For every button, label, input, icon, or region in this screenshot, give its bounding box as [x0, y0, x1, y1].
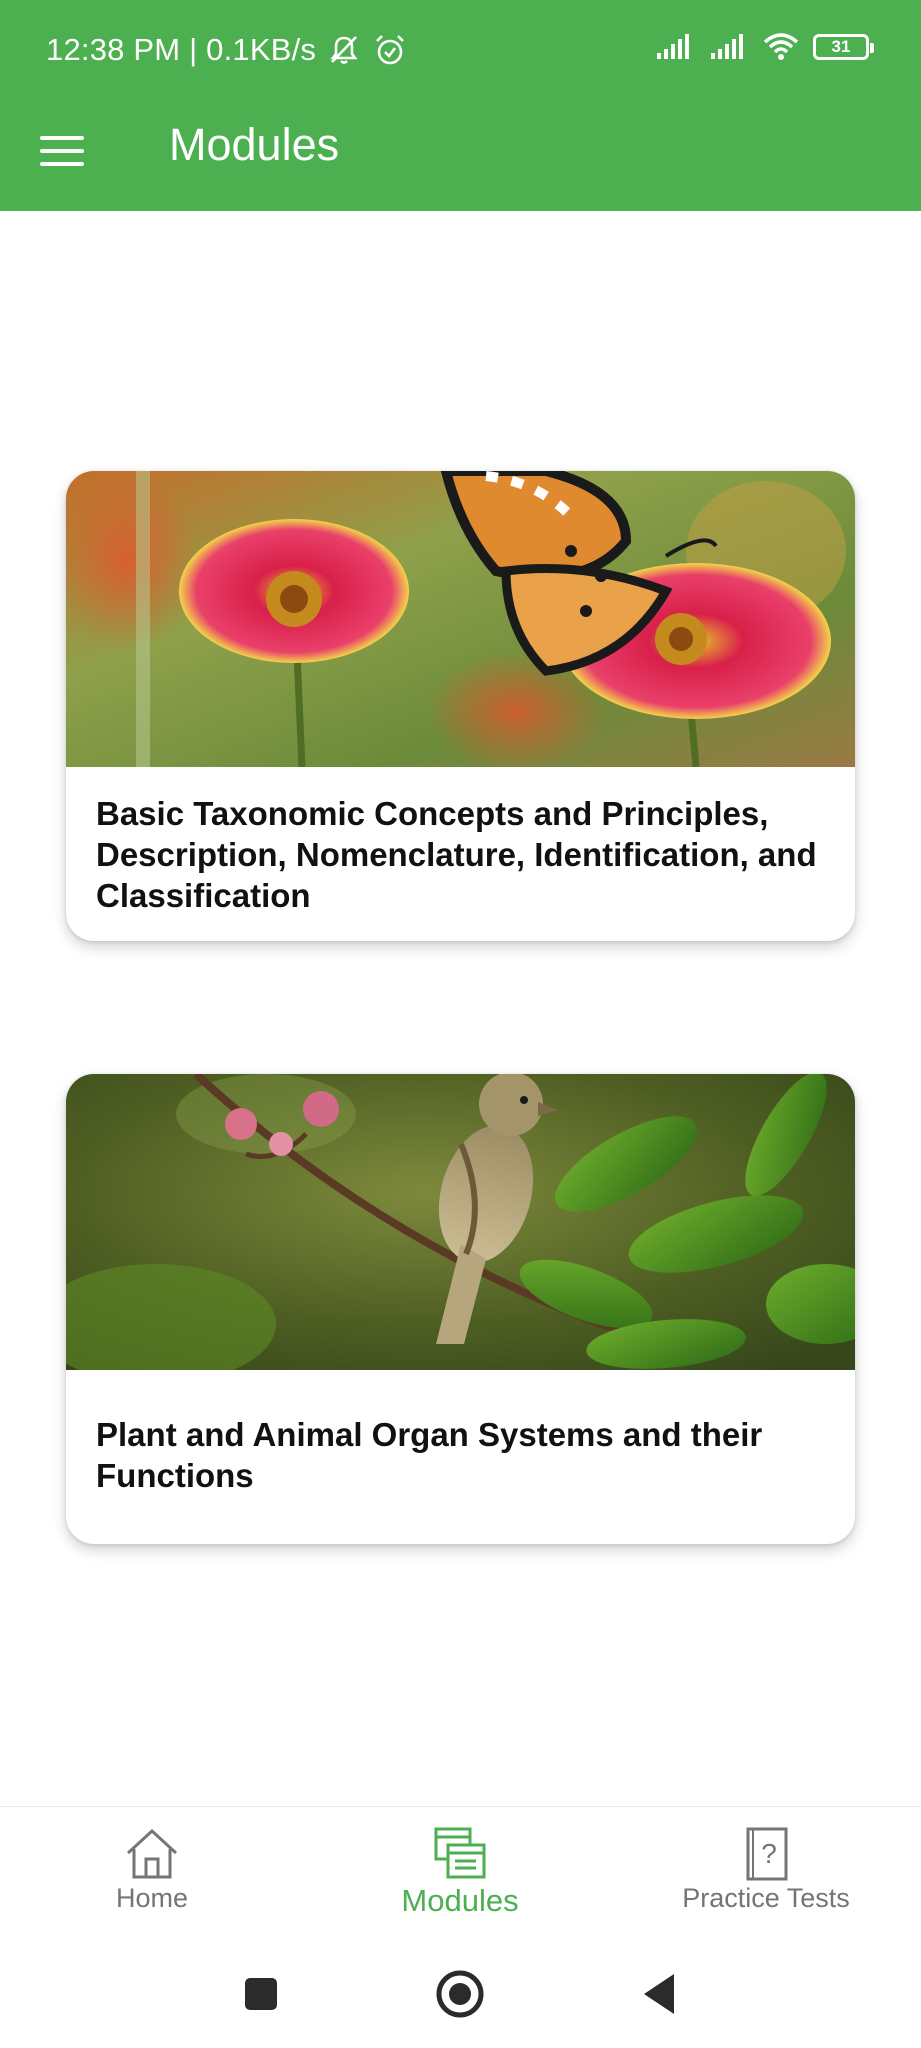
- wifi-icon: [763, 33, 799, 60]
- top-bar: 12:38 PM | 0.1KB/s 31 Modules: [0, 0, 921, 211]
- nav-label-modules: Modules: [401, 1883, 519, 1918]
- module-card[interactable]: Plant and Animal Organ Systems and their…: [66, 1074, 855, 1544]
- hamburger-menu-icon[interactable]: [40, 125, 92, 177]
- module-title: Plant and Animal Organ Systems and their…: [96, 1416, 763, 1494]
- status-left: 12:38 PM | 0.1KB/s: [46, 32, 408, 68]
- signal-icon: [711, 34, 743, 59]
- back-icon[interactable]: [630, 1966, 690, 2022]
- nav-label-practice-tests: Practice Tests: [682, 1883, 850, 1913]
- module-card[interactable]: Basic Taxonomic Concepts and Principles,…: [66, 471, 855, 941]
- nav-label-home: Home: [115, 1883, 189, 1913]
- status-right: 31: [655, 32, 874, 62]
- module-title: Basic Taxonomic Concepts and Principles,…: [96, 795, 817, 914]
- page-title: Modules: [169, 119, 340, 170]
- nav-item-practice-tests[interactable]: ? Practice Tests: [636, 1825, 896, 1925]
- mute-bell-icon: [330, 36, 358, 64]
- battery-level: 31: [831, 37, 851, 56]
- bottom-navigation: Home Modules ? Practice Tests: [0, 1806, 921, 1936]
- app-bar: Modules: [0, 105, 921, 211]
- home-circle-icon[interactable]: [430, 1966, 490, 2022]
- status-time: 12:38 PM | 0.1KB/s: [46, 32, 317, 67]
- status-bar: 12:38 PM | 0.1KB/s 31: [0, 0, 921, 105]
- nav-item-home[interactable]: Home: [22, 1825, 282, 1925]
- alarm-icon: [376, 35, 405, 65]
- nav-item-modules[interactable]: Modules: [330, 1825, 590, 1925]
- butterfly-on-red-flower-photo: [66, 471, 855, 767]
- svg-text:?: ?: [761, 1838, 777, 1869]
- battery-icon: 31: [813, 34, 874, 60]
- modules-icon: [434, 1827, 486, 1879]
- sparrow-on-blossom-branch-photo: [66, 1074, 855, 1370]
- system-navigation-bar: [0, 1936, 921, 2048]
- home-icon: [126, 1828, 178, 1879]
- practice-tests-icon: ?: [746, 1827, 788, 1881]
- signal-icon: [657, 34, 689, 59]
- recents-icon[interactable]: [231, 1966, 291, 2022]
